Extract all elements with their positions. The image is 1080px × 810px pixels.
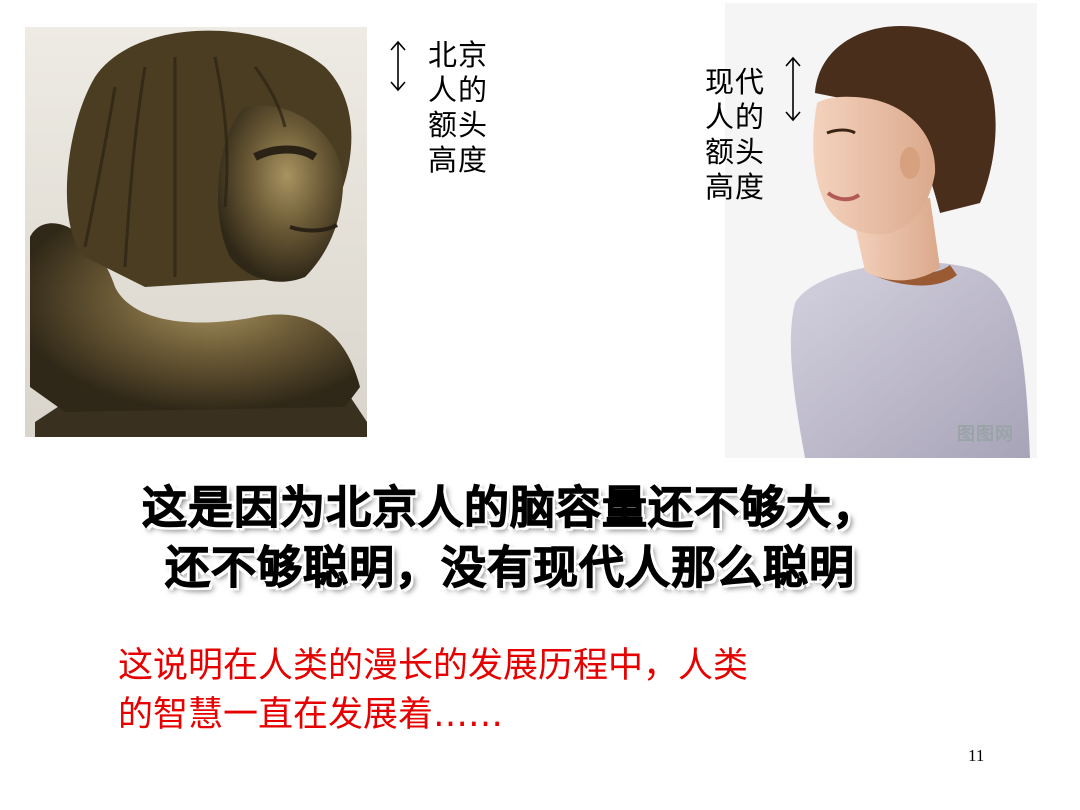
- modern-label-line: 高度: [705, 170, 766, 204]
- peking-label-line: 额头: [428, 108, 489, 142]
- peking-label-line: 人的: [428, 73, 489, 107]
- conclusion-line-1: 这说明在人类的漫长的发展历程中，人类: [118, 646, 749, 686]
- watermark: 图图网: [957, 424, 1014, 445]
- slide: 北京 人的 额头 高度 图图网 现代 人的 额头 高度 这是因为北京人的脑容量还…: [0, 0, 1080, 810]
- peking-forehead-label: 北京 人的 额头 高度: [428, 38, 498, 178]
- modern-forehead-label: 现代 人的 额头 高度: [705, 65, 775, 205]
- modern-label-line: 额头: [705, 135, 766, 169]
- double-arrow-icon: [390, 40, 406, 92]
- double-arrow-icon: [785, 56, 801, 122]
- headline-line-1: 这是因为北京人的脑容量还不够大，: [141, 481, 878, 535]
- peking-label-line: 高度: [428, 143, 489, 177]
- headline-line-2: 还不够聪明，没有现代人那么聪明: [164, 541, 855, 595]
- peking-label-line: 北京: [428, 38, 489, 72]
- modern-label-line: 现代: [705, 65, 766, 99]
- modern-label-line: 人的: [705, 100, 766, 134]
- conclusion-line-2: 的智慧一直在发展着……: [118, 695, 504, 735]
- peking-man-bust-image: [25, 27, 367, 437]
- page-number: 11: [968, 746, 985, 765]
